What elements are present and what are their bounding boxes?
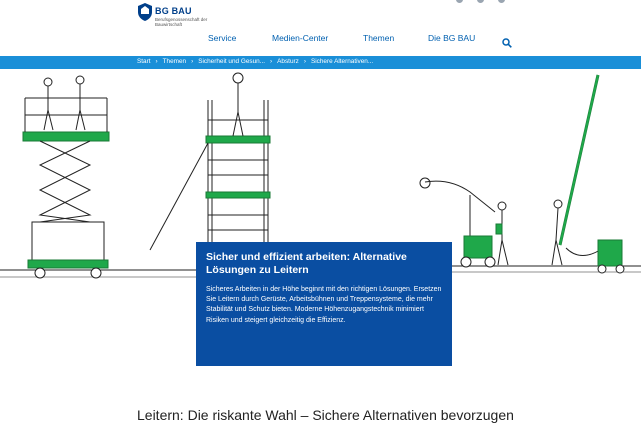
scaffold-tower: [149, 72, 271, 251]
main-nav: Service Medien-Center Themen Die BG BAU: [0, 33, 641, 47]
top-utility-icons: [456, 0, 505, 3]
logo-title: BG BAU: [155, 6, 192, 16]
nav-item-medien-center[interactable]: Medien-Center: [272, 33, 328, 43]
utility-icon[interactable]: [498, 0, 505, 3]
scissor-lift: [22, 75, 110, 279]
breadcrumb-item-sicherheit[interactable]: Sicherheit und Gesun...: [198, 58, 265, 65]
chevron-right-icon: ›: [270, 58, 273, 65]
breadcrumb-item-current: Sichere Alternativen...: [310, 58, 374, 65]
breadcrumb-item-themen[interactable]: Themen: [163, 58, 186, 65]
utility-icon[interactable]: [456, 0, 463, 3]
site-header: BG BAU Berufsgenossenschaft der Bauwirts…: [0, 0, 641, 56]
utility-icon[interactable]: [477, 0, 484, 3]
pole-tool: [551, 74, 625, 274]
hero-card: Sicher und effizient arbeiten: Alternati…: [196, 242, 452, 366]
breadcrumb: Start › Themen › Sicherheit und Gesun...…: [0, 56, 641, 69]
hero-card-title: Sicher und effizient arbeiten: Alternati…: [206, 251, 407, 276]
chevron-right-icon: ›: [155, 58, 158, 65]
bg-bau-logo-icon: [138, 3, 152, 21]
page-heading: Leitern: Die riskante Wahl – Sichere Alt…: [137, 407, 514, 423]
nav-item-service[interactable]: Service: [208, 33, 236, 43]
search-icon[interactable]: [502, 38, 512, 48]
nav-item-die-bg-bau[interactable]: Die BG BAU: [428, 33, 475, 43]
chevron-right-icon: ›: [303, 58, 306, 65]
hero-card-text: Sicheres Arbeiten in der Höhe beginnt mi…: [206, 286, 442, 324]
logo-subtitle: Berufsgenossenschaft der Bauwirtschaft: [155, 17, 208, 27]
chevron-right-icon: ›: [191, 58, 194, 65]
breadcrumb-item-absturz[interactable]: Absturz: [277, 58, 299, 65]
nav-item-themen[interactable]: Themen: [363, 33, 394, 43]
breadcrumb-item-start[interactable]: Start: [137, 58, 151, 65]
logo[interactable]: BG BAU Berufsgenossenschaft der Bauwirts…: [137, 3, 227, 37]
